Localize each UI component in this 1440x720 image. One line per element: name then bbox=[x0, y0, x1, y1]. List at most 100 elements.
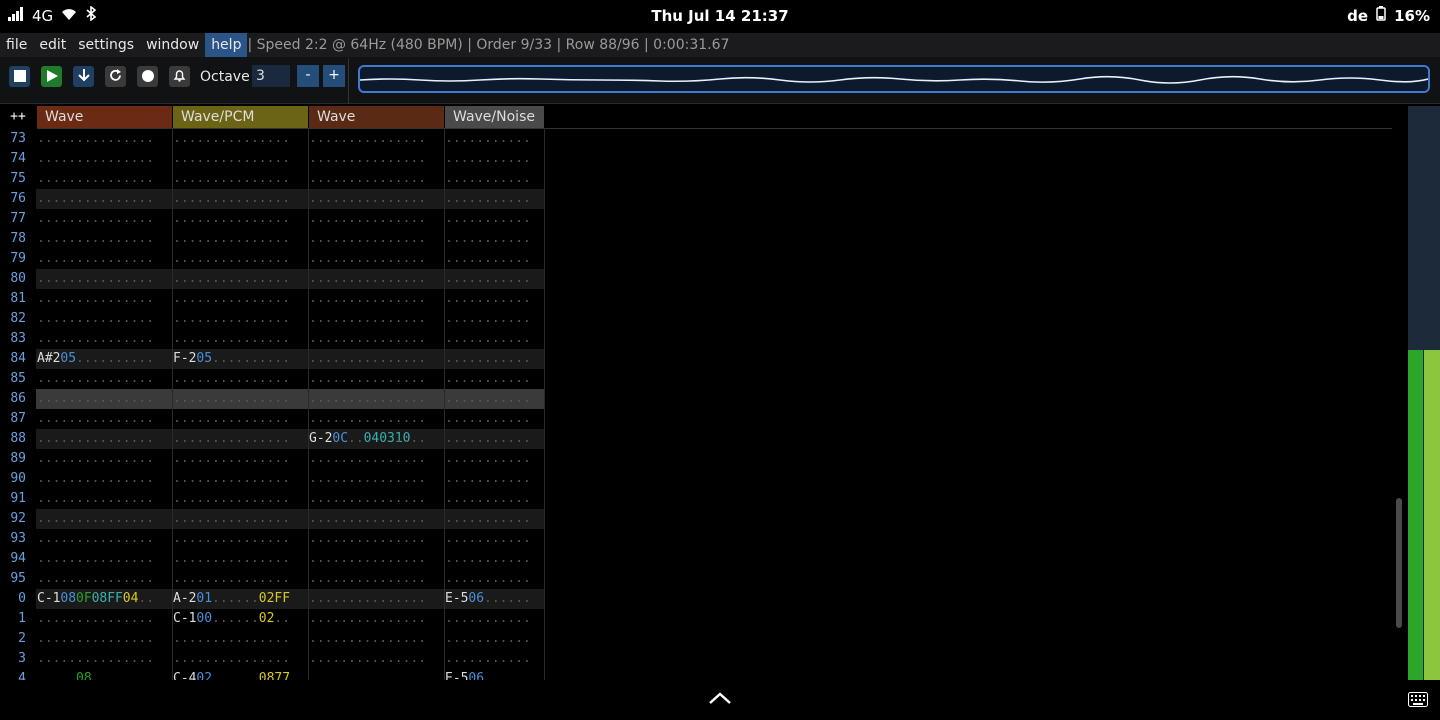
pattern-cell[interactable]: .. bbox=[60, 249, 76, 269]
pattern-cell[interactable]: .. bbox=[332, 349, 348, 369]
octave-input[interactable]: 3 bbox=[252, 65, 290, 87]
pattern-cell[interactable]: .. bbox=[395, 469, 411, 489]
pattern-cell[interactable]: 06 bbox=[468, 589, 484, 609]
pattern-cell[interactable]: .. bbox=[274, 569, 290, 589]
pattern-cell[interactable]: .. bbox=[212, 409, 228, 429]
pattern-cell[interactable]: .. bbox=[484, 149, 500, 169]
pattern-cell[interactable]: .. bbox=[123, 449, 139, 469]
pattern-cell[interactable]: 77 bbox=[274, 669, 290, 680]
pattern-cell[interactable]: .. bbox=[395, 409, 411, 429]
pattern-cell[interactable]: .. bbox=[243, 129, 259, 149]
pattern-cell[interactable]: ... bbox=[37, 629, 60, 649]
pattern-cell[interactable]: .. bbox=[243, 249, 259, 269]
pattern-cell[interactable]: .. bbox=[76, 249, 92, 269]
pattern-cell[interactable]: .. bbox=[379, 509, 395, 529]
pattern-cell[interactable]: .. bbox=[76, 629, 92, 649]
pattern-cell[interactable]: .. bbox=[500, 169, 516, 189]
pattern-cell[interactable]: .. bbox=[484, 489, 500, 509]
pattern-cell[interactable]: .. bbox=[348, 489, 364, 509]
pattern-cell[interactable]: .. bbox=[364, 209, 380, 229]
pattern-cell[interactable]: .. bbox=[410, 429, 426, 449]
pattern-cell[interactable]: .. bbox=[274, 469, 290, 489]
pattern-cell[interactable]: .. bbox=[515, 309, 531, 329]
pattern-cell[interactable]: .. bbox=[259, 469, 275, 489]
pattern-cell[interactable]: .. bbox=[60, 389, 76, 409]
pattern-cell[interactable]: .. bbox=[410, 609, 426, 629]
pattern-cell[interactable]: .. bbox=[484, 569, 500, 589]
pattern-cell[interactable]: .. bbox=[60, 329, 76, 349]
pattern-editor[interactable]: ++ Wave Wave/PCM Wave Wave/Noise 73.....… bbox=[0, 106, 1405, 680]
pattern-cell[interactable]: .. bbox=[348, 209, 364, 229]
pattern-cell[interactable]: .. bbox=[138, 189, 154, 209]
pattern-cell[interactable]: .. bbox=[500, 629, 516, 649]
pattern-cell[interactable]: .. bbox=[92, 229, 108, 249]
pattern-cell[interactable]: .. bbox=[484, 609, 500, 629]
pattern-cell[interactable]: .. bbox=[259, 489, 275, 509]
pattern-cell[interactable]: .. bbox=[410, 489, 426, 509]
pattern-cell[interactable]: .. bbox=[468, 489, 484, 509]
pattern-cell[interactable]: .. bbox=[92, 349, 108, 369]
stop-button[interactable] bbox=[9, 66, 30, 87]
pattern-cell[interactable]: .. bbox=[76, 149, 92, 169]
pattern-cell[interactable]: .. bbox=[228, 569, 244, 589]
pattern-cell[interactable]: .. bbox=[468, 509, 484, 529]
pattern-cell[interactable]: .. bbox=[92, 129, 108, 149]
pattern-cell[interactable]: .. bbox=[259, 409, 275, 429]
pattern-cell[interactable]: FF bbox=[274, 589, 290, 609]
pattern-cell[interactable]: .. bbox=[364, 309, 380, 329]
pattern-cell[interactable]: .. bbox=[212, 189, 228, 209]
pattern-cell[interactable]: .. bbox=[123, 669, 139, 680]
pattern-cell[interactable]: ... bbox=[173, 549, 196, 569]
pattern-cell[interactable]: ... bbox=[445, 129, 468, 149]
pattern-cell[interactable]: .. bbox=[107, 529, 123, 549]
pattern-cell[interactable]: .. bbox=[259, 349, 275, 369]
pattern-cell[interactable]: .. bbox=[196, 369, 212, 389]
pattern-cell[interactable]: .. bbox=[212, 149, 228, 169]
pattern-cell[interactable]: .. bbox=[395, 549, 411, 569]
pattern-cell[interactable]: .. bbox=[76, 369, 92, 389]
pattern-cell[interactable]: .. bbox=[410, 529, 426, 549]
pattern-cell[interactable]: .. bbox=[515, 369, 531, 389]
pattern-cell[interactable]: .. bbox=[500, 669, 516, 680]
pattern-cell[interactable]: .. bbox=[76, 429, 92, 449]
channel-expand-toggle[interactable]: ++ bbox=[0, 106, 36, 128]
pattern-cell[interactable]: .. bbox=[332, 369, 348, 389]
pattern-cell[interactable]: .. bbox=[364, 649, 380, 669]
pattern-cell[interactable]: ... bbox=[309, 409, 332, 429]
pattern-cell[interactable]: .. bbox=[138, 389, 154, 409]
octave-increase-button[interactable]: + bbox=[323, 65, 345, 87]
repeat-button[interactable] bbox=[105, 66, 126, 87]
pattern-cell[interactable]: ... bbox=[173, 509, 196, 529]
pattern-cell[interactable]: .. bbox=[274, 149, 290, 169]
pattern-cell[interactable]: .. bbox=[348, 569, 364, 589]
pattern-cell[interactable]: .. bbox=[123, 429, 139, 449]
pattern-cell[interactable]: .. bbox=[76, 509, 92, 529]
pattern-cell[interactable]: ... bbox=[173, 529, 196, 549]
pattern-cell[interactable]: .. bbox=[228, 529, 244, 549]
pattern-cell[interactable]: .. bbox=[92, 549, 108, 569]
pattern-cell[interactable]: .. bbox=[484, 309, 500, 329]
pattern-cell[interactable]: .. bbox=[410, 329, 426, 349]
chevron-up-icon[interactable] bbox=[708, 690, 732, 709]
pattern-cell[interactable]: ... bbox=[173, 649, 196, 669]
pattern-cell[interactable]: .. bbox=[196, 249, 212, 269]
pattern-cell[interactable]: .. bbox=[259, 129, 275, 149]
pattern-cell[interactable]: .. bbox=[212, 629, 228, 649]
pattern-cell[interactable]: .. bbox=[468, 569, 484, 589]
pattern-cell[interactable]: .. bbox=[107, 429, 123, 449]
pattern-cell[interactable]: .. bbox=[123, 269, 139, 289]
pattern-cell[interactable]: .. bbox=[228, 229, 244, 249]
pattern-cell[interactable]: .. bbox=[379, 269, 395, 289]
pattern-cell[interactable]: .. bbox=[468, 249, 484, 269]
pattern-cell[interactable]: .. bbox=[196, 189, 212, 209]
pattern-cell[interactable]: .. bbox=[348, 309, 364, 329]
pattern-cell[interactable]: ... bbox=[37, 429, 60, 449]
pattern-cell[interactable]: .. bbox=[107, 349, 123, 369]
pattern-cell[interactable]: ... bbox=[445, 529, 468, 549]
pattern-cell[interactable]: .. bbox=[107, 369, 123, 389]
pattern-cell[interactable]: .. bbox=[332, 229, 348, 249]
pattern-cell[interactable]: 08 bbox=[259, 669, 275, 680]
pattern-cell[interactable]: .. bbox=[196, 129, 212, 149]
pattern-cell[interactable]: .. bbox=[332, 289, 348, 309]
pattern-cell[interactable]: .. bbox=[468, 389, 484, 409]
